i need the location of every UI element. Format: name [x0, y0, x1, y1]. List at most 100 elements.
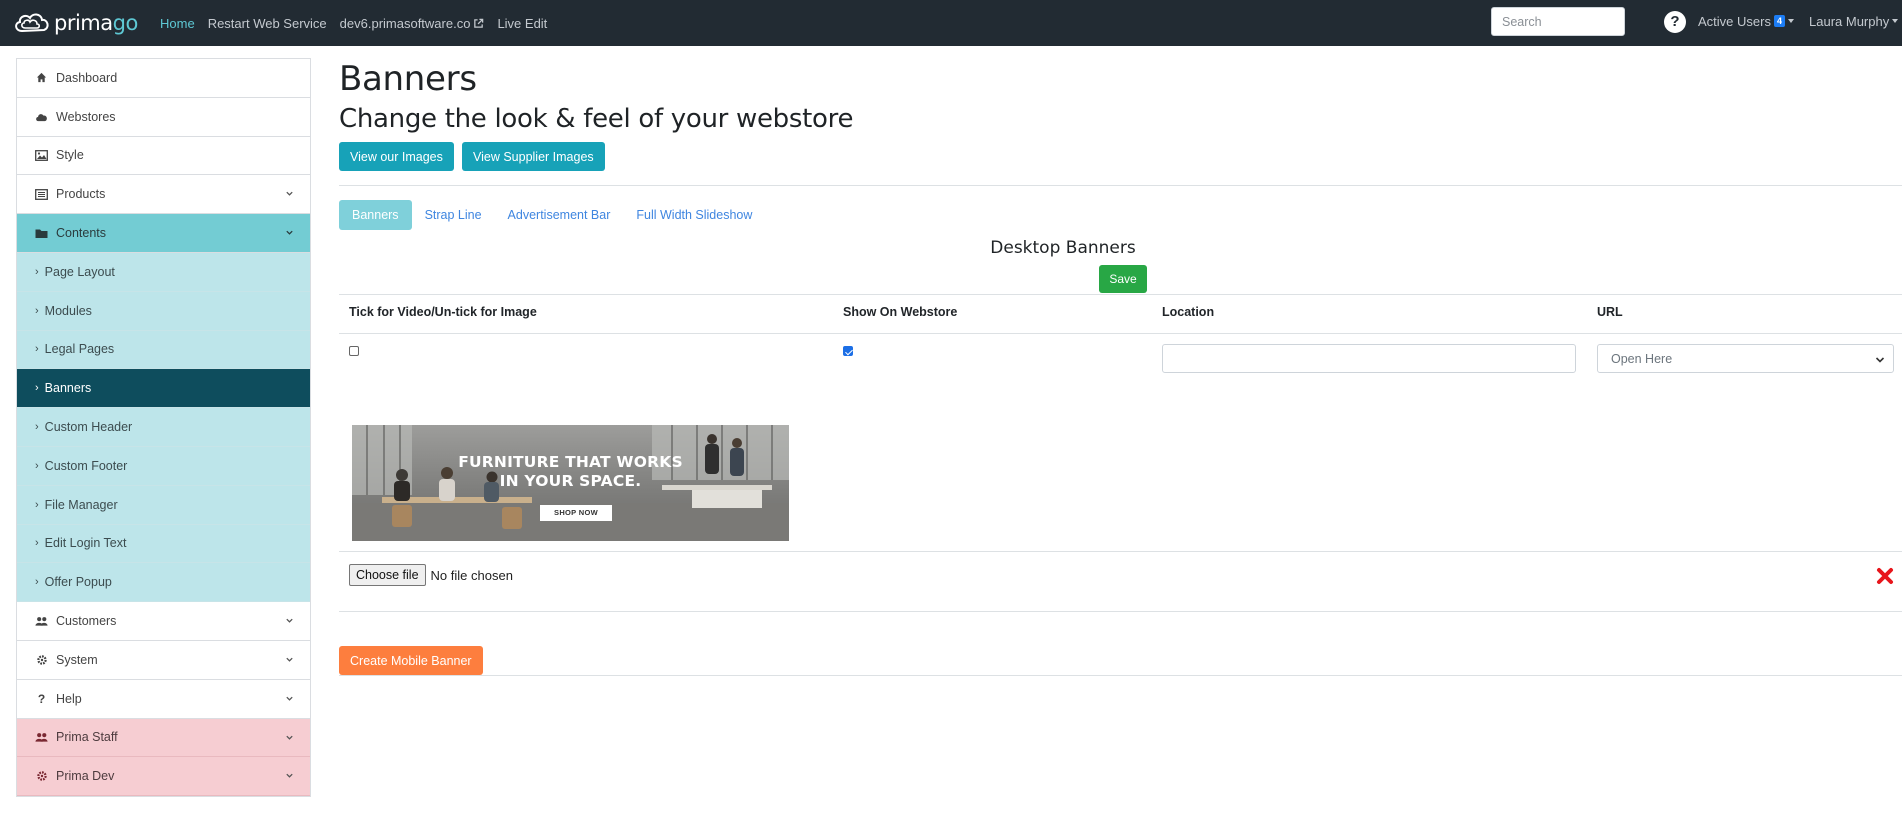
sidebar-subitem-label: Page Layout	[44, 264, 115, 279]
choose-file-button[interactable]: Choose file	[349, 564, 426, 586]
video-checkbox[interactable]	[349, 346, 359, 356]
nav-link-live-edit[interactable]: Live Edit	[497, 16, 547, 31]
view-supplier-images-button[interactable]: View Supplier Images	[462, 142, 605, 171]
nav-link-dev-site[interactable]: dev6.primasoftware.co	[340, 16, 485, 31]
nav-links: Home Restart Web Service dev6.primasoftw…	[160, 0, 560, 46]
sidebar-subitem-custom-header[interactable]: › Custom Header	[17, 408, 310, 447]
sidebar-subitem-banners[interactable]: › Banners	[17, 369, 310, 409]
sidebar-subitem-file-manager[interactable]: › File Manager	[17, 485, 310, 525]
divider	[339, 675, 1902, 676]
table-top-border	[339, 294, 1902, 295]
sidebar-subitem-edit-login-text[interactable]: › Edit Login Text	[17, 524, 310, 564]
nav-link-home[interactable]: Home	[160, 16, 195, 31]
chevron-right-icon: ›	[35, 498, 39, 511]
user-menu-dropdown[interactable]: Laura Murphy	[1809, 0, 1899, 42]
cloud-icon	[35, 110, 48, 123]
sidebar-subitem-label: Legal Pages	[44, 342, 115, 357]
sidebar-subitem-label: Edit Login Text	[44, 536, 127, 551]
column-header-video-toggle: Tick for Video/Un-tick for Image	[349, 305, 537, 319]
banner-headline-line1: FURNITURE THAT WORKS	[458, 453, 683, 471]
create-mobile-banner-button[interactable]: Create Mobile Banner	[339, 646, 483, 675]
caret-down-icon	[1787, 19, 1794, 23]
delete-banner-icon[interactable]	[1876, 567, 1894, 585]
sidebar-item-style[interactable]: Style	[17, 136, 310, 176]
dev-site-label: dev6.primasoftware.co	[339, 15, 471, 31]
sidebar-item-label: Products	[56, 187, 106, 202]
view-our-images-button[interactable]: View our Images	[339, 142, 454, 171]
sidebar-item-contents[interactable]: Contents	[17, 214, 310, 253]
top-navbar: primago Home Restart Web Service dev6.pr…	[0, 0, 1902, 46]
sidebar: Dashboard Webstores Style Products Conte…	[16, 58, 311, 798]
sidebar-item-label: Prima Dev	[56, 769, 115, 784]
chevron-down-icon	[286, 192, 293, 197]
sidebar-subitem-label: Banners	[44, 381, 92, 396]
sidebar-item-webstores[interactable]: Webstores	[17, 97, 310, 137]
cloud-logo-icon	[15, 13, 49, 33]
divider	[339, 551, 1902, 552]
sidebar-item-label: System	[56, 652, 98, 667]
section-title: Desktop Banners	[990, 238, 1136, 258]
sidebar-subitem-label: Custom Header	[44, 420, 133, 435]
sidebar-subitem-modules[interactable]: › Modules	[17, 291, 310, 331]
tab-full-width-slideshow[interactable]: Full Width Slideshow	[623, 200, 765, 230]
chevron-down-icon	[286, 696, 293, 701]
column-header-url: URL	[1597, 305, 1623, 319]
url-select-value: Open Here	[1611, 351, 1673, 366]
user-name: Laura Murphy	[1809, 13, 1890, 29]
active-users-label: Active Users	[1698, 13, 1771, 29]
banner-tabs: Banners Strap Line Advertisement Bar Ful…	[339, 200, 765, 230]
sidebar-item-dashboard[interactable]: Dashboard	[17, 59, 310, 98]
url-select[interactable]: Open Here	[1597, 344, 1894, 373]
sidebar-item-prima-dev[interactable]: Prima Dev	[17, 757, 310, 797]
sidebar-item-label: Help	[56, 691, 82, 706]
location-input[interactable]	[1162, 344, 1576, 373]
sidebar-subitem-label: Modules	[44, 303, 92, 318]
chevron-right-icon: ›	[35, 576, 39, 589]
question-icon: ?	[37, 691, 46, 706]
sidebar-subitem-custom-footer[interactable]: › Custom Footer	[17, 446, 310, 486]
search-input[interactable]	[1491, 7, 1625, 36]
show-on-webstore-checkbox[interactable]	[843, 346, 853, 356]
divider	[339, 185, 1902, 186]
table-header-border	[339, 333, 1902, 334]
sidebar-subitem-legal-pages[interactable]: › Legal Pages	[17, 330, 310, 370]
tab-advertisement-bar[interactable]: Advertisement Bar	[495, 200, 624, 230]
sidebar-item-prima-staff[interactable]: Prima Staff	[17, 718, 310, 758]
tab-strap-line[interactable]: Strap Line	[412, 200, 495, 230]
list-icon	[35, 188, 48, 201]
users-icon	[35, 731, 48, 744]
tab-banners[interactable]: Banners	[339, 200, 412, 230]
active-users-count-badge: 4	[1773, 15, 1785, 27]
chevron-right-icon: ›	[35, 382, 39, 395]
banner-shop-now-label: SHOP NOW	[540, 505, 612, 521]
sidebar-item-help[interactable]: ? Help	[17, 679, 310, 719]
sidebar-item-label: Style	[56, 148, 84, 163]
sidebar-subitem-label: File Manager	[44, 497, 118, 512]
chevron-right-icon: ›	[35, 304, 39, 317]
chevron-down-icon	[286, 735, 293, 740]
chevron-down-icon	[286, 657, 293, 662]
sidebar-subitem-offer-popup[interactable]: › Offer Popup	[17, 563, 310, 603]
chevron-right-icon: ›	[35, 459, 39, 472]
sidebar-item-products[interactable]: Products	[17, 175, 310, 215]
sidebar-item-system[interactable]: System	[17, 640, 310, 680]
sidebar-subitem-label: Offer Popup	[44, 575, 112, 590]
chevron-down-icon	[286, 774, 293, 779]
help-icon[interactable]: ?	[1664, 11, 1686, 33]
gear-icon	[35, 653, 48, 666]
save-button[interactable]: Save	[1099, 265, 1147, 293]
sidebar-subitem-page-layout[interactable]: › Page Layout	[17, 252, 310, 292]
chevron-right-icon: ›	[35, 343, 39, 356]
chevron-down-icon	[1875, 357, 1885, 363]
sidebar-item-label: Contents	[56, 226, 107, 241]
chevron-down-icon	[286, 230, 293, 235]
active-users-dropdown[interactable]: Active Users 4	[1698, 0, 1794, 42]
sidebar-item-label: Dashboard	[56, 70, 118, 85]
page-subtitle: Change the look & feel of your webstore	[339, 104, 854, 134]
sidebar-item-label: Webstores	[56, 109, 116, 124]
brand-logo[interactable]: primago	[12, 8, 138, 38]
sidebar-item-customers[interactable]: Customers	[17, 602, 310, 641]
chevron-down-icon	[286, 618, 293, 623]
nav-link-restart-web-service[interactable]: Restart Web Service	[208, 16, 327, 31]
column-header-location: Location	[1162, 305, 1215, 319]
